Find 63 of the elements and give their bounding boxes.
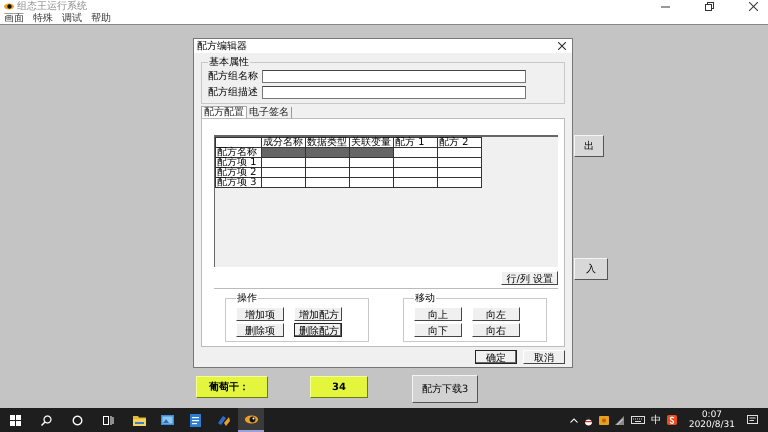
dialog-button[interactable]: 取消 xyxy=(523,350,565,364)
document-icon xyxy=(188,414,202,426)
input-method-icon[interactable] xyxy=(666,415,677,425)
tray-app-icon[interactable] xyxy=(598,416,609,424)
column-header: 数据类型 xyxy=(306,138,350,148)
row-header: 配方项 1 xyxy=(216,158,262,168)
search-icon[interactable] xyxy=(41,414,52,426)
action-button[interactable]: 向上 xyxy=(414,307,462,321)
hmi-button[interactable]: 葡萄干： xyxy=(196,376,268,398)
action-button[interactable]: 向左 xyxy=(472,307,520,321)
menu-item[interactable]: 帮助 xyxy=(91,11,111,25)
column-header: 配方 1 xyxy=(394,138,438,148)
clock-time[interactable]: 0:07 xyxy=(702,410,722,420)
window-title: 组态王运行系统 xyxy=(17,0,87,12)
task-view-icon[interactable] xyxy=(103,414,114,426)
column-header: 关联变量 xyxy=(350,138,394,148)
action-button[interactable]: 增加项 xyxy=(236,307,284,321)
keyboard-icon[interactable] xyxy=(630,416,645,424)
dialog-title: 配方编辑器 xyxy=(197,40,247,53)
row-header: 配方名称 xyxy=(216,148,262,158)
field-label: 配方组描述 xyxy=(208,86,259,99)
wrench-icon xyxy=(216,414,230,426)
picture-icon xyxy=(160,414,174,426)
action-button[interactable]: 向右 xyxy=(472,323,520,337)
close-icon[interactable] xyxy=(558,42,566,50)
clock-date[interactable]: 2020/8/31 xyxy=(688,420,735,430)
dialog-button[interactable]: 确定 xyxy=(475,350,517,364)
ime-indicator[interactable]: 中 xyxy=(650,413,661,427)
eye-icon xyxy=(244,412,258,426)
field-label: 配方组名称 xyxy=(208,70,259,83)
hmi-button[interactable]: 出 xyxy=(574,135,604,157)
input-field[interactable] xyxy=(262,86,526,98)
notification-icon[interactable] xyxy=(747,415,758,425)
group-title: 移动 xyxy=(414,292,436,305)
circle-icon[interactable] xyxy=(72,414,83,426)
chevron-up-icon[interactable] xyxy=(570,418,578,422)
hmi-button[interactable]: 34 xyxy=(310,376,368,398)
action-button[interactable]: 删除配方 xyxy=(294,323,342,337)
menu-item[interactable]: 画面 xyxy=(4,11,24,25)
menu-item[interactable]: 调试 xyxy=(62,11,82,25)
menu-item[interactable]: 特殊 xyxy=(33,11,53,25)
row-header: 配方项 3 xyxy=(216,178,262,188)
settings-button[interactable]: 行/列 设置 xyxy=(501,271,558,285)
group-title: 基本属性 xyxy=(208,56,250,69)
column-header: 配方 2 xyxy=(438,138,482,148)
input-field[interactable] xyxy=(262,70,526,82)
hmi-button[interactable]: 配方下载3 xyxy=(412,375,478,403)
close-icon[interactable] xyxy=(749,2,758,10)
taskbar-app[interactable] xyxy=(238,408,264,432)
hmi-button[interactable]: 入 xyxy=(574,258,608,280)
table-cell xyxy=(216,138,262,148)
row-header: 配方项 2 xyxy=(216,168,262,178)
column-header: 成分名称 xyxy=(262,138,306,148)
windows-icon[interactable] xyxy=(10,414,21,426)
restore-icon[interactable] xyxy=(705,2,714,10)
folder-icon xyxy=(132,414,146,426)
action-button[interactable]: 删除项 xyxy=(236,323,284,337)
tab[interactable]: 配方配置 xyxy=(201,106,247,118)
action-button[interactable]: 向下 xyxy=(414,323,462,337)
eye-icon xyxy=(4,2,14,10)
action-button[interactable]: 增加配方 xyxy=(294,307,342,321)
network-icon[interactable] xyxy=(614,416,625,424)
group-title: 操作 xyxy=(236,292,258,305)
